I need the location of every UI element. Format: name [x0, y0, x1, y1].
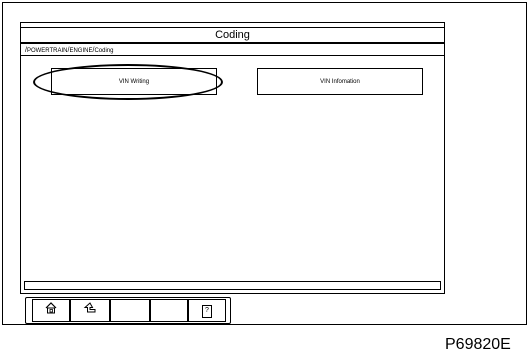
empty-toolbar-slot	[150, 299, 188, 322]
bottom-toolbar: ?	[25, 297, 231, 324]
figure-code: P69820E	[445, 336, 511, 353]
status-bar	[24, 281, 441, 290]
breadcrumb: /POWERTRAIN/ENGINE/Coding	[25, 47, 114, 55]
back-icon	[82, 301, 98, 320]
home-button[interactable]	[32, 299, 70, 322]
divider	[21, 55, 444, 56]
vin-information-button[interactable]: VIN Infomation	[257, 68, 423, 95]
vin-writing-button[interactable]: VIN Writing	[51, 68, 217, 95]
home-icon	[44, 301, 58, 320]
breadcrumb-item-engine[interactable]: ENGINE	[69, 48, 92, 55]
title-bar: Coding	[21, 27, 444, 43]
empty-toolbar-slot	[110, 299, 150, 322]
breadcrumb-item-powertrain[interactable]: POWERTRAIN	[27, 48, 68, 55]
help-button[interactable]: ?	[188, 299, 226, 322]
diagnostic-screen: Coding /POWERTRAIN/ENGINE/Coding VIN Wri…	[20, 22, 445, 294]
back-button[interactable]	[70, 299, 110, 322]
breadcrumb-item-coding: Coding	[94, 48, 114, 54]
page-title: Coding	[215, 29, 250, 41]
divider	[21, 43, 444, 44]
help-icon: ?	[202, 304, 212, 318]
